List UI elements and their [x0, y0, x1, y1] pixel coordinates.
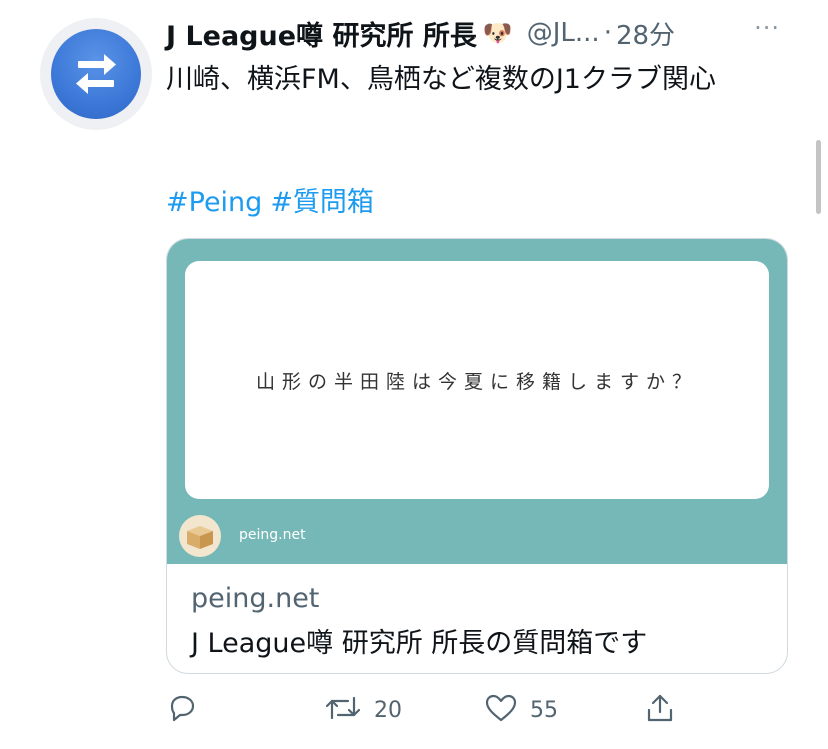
avatar[interactable]: [40, 18, 152, 130]
swap-arrows-icon: [51, 29, 141, 119]
time-separator: ·: [603, 18, 612, 48]
reply-icon: [166, 692, 198, 728]
hashtag-question-box[interactable]: #質問箱: [270, 187, 374, 218]
action-bar: 20 55: [166, 690, 706, 732]
question-box: 山形の半田陸は今夏に移籍しますか？: [185, 261, 769, 499]
retweet-icon: [324, 692, 362, 728]
more-options-icon[interactable]: ···: [754, 14, 780, 42]
card-image: 山形の半田陸は今夏に移籍しますか？ peing.net: [167, 239, 787, 564]
share-icon: [644, 692, 676, 728]
retweet-count: 20: [374, 697, 402, 723]
card-domain: peing.net: [191, 583, 320, 614]
retweet-button[interactable]: 20: [324, 690, 402, 730]
hashtag-list: #Peing #質問箱: [166, 180, 382, 219]
author-handle[interactable]: @JL...: [527, 18, 600, 48]
reply-button[interactable]: [166, 690, 198, 730]
like-button[interactable]: 55: [484, 690, 558, 730]
like-count: 55: [530, 697, 558, 723]
hashtag-peing[interactable]: #Peing: [166, 187, 262, 218]
heart-icon: [484, 692, 518, 728]
dog-emoji: 🐶: [482, 19, 513, 47]
scrollbar[interactable]: [816, 140, 821, 214]
share-button[interactable]: [644, 690, 676, 730]
tweet-time[interactable]: 28分: [616, 15, 675, 52]
card-image-domain: peing.net: [239, 527, 306, 543]
box-icon: [179, 515, 221, 557]
tweet-text: 川崎、横浜FM、鳥栖など複数のJ1クラブ関心: [166, 64, 716, 95]
card-title: J League噂 研究所 所長の質問箱です: [191, 628, 648, 659]
question-text: 山形の半田陸は今夏に移籍しますか？: [255, 370, 698, 393]
tweet-header: J League噂 研究所 所長 🐶 @JL... · 28分 ···: [166, 12, 786, 54]
author-name[interactable]: J League噂 研究所 所長: [166, 14, 477, 53]
link-card[interactable]: 山形の半田陸は今夏に移籍しますか？ peing.net peing.net J …: [166, 238, 788, 674]
